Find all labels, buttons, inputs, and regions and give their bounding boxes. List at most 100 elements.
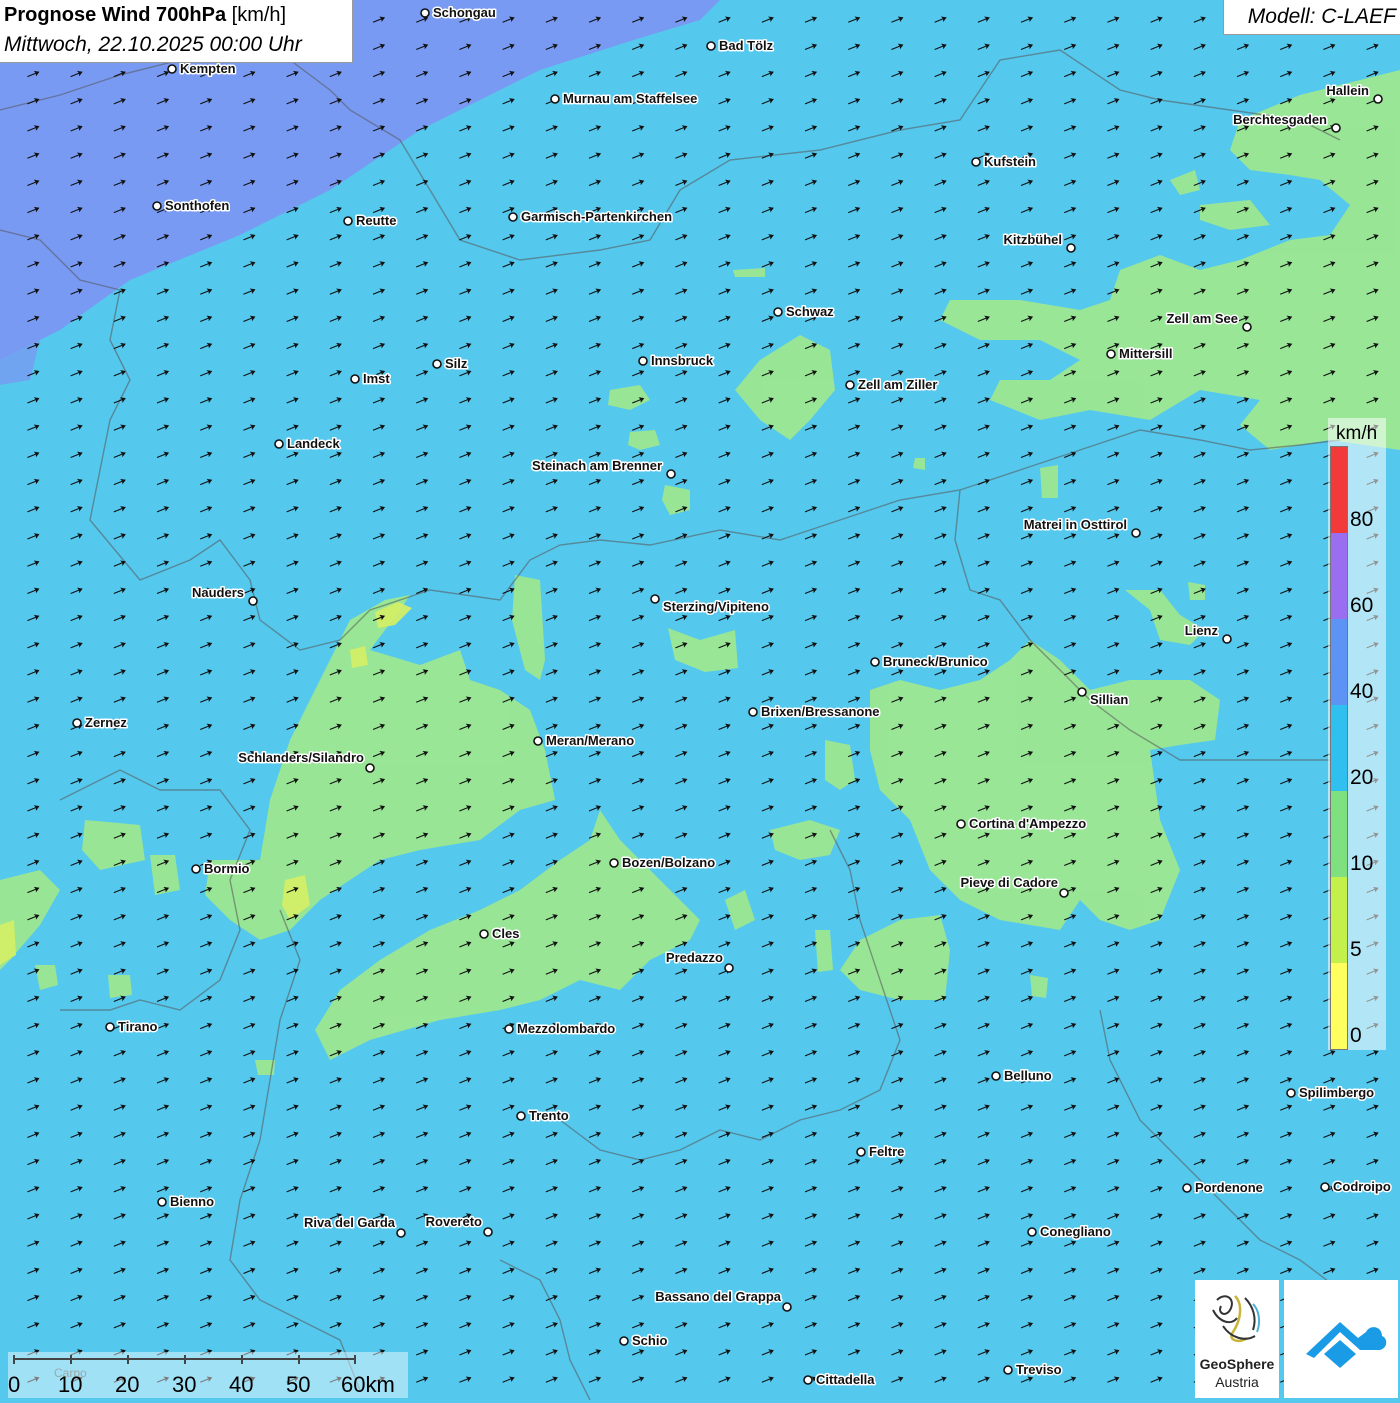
city-marker-icon xyxy=(1331,123,1341,133)
city-schongau: Schongau xyxy=(420,4,497,22)
city-label: Nauders xyxy=(192,585,244,600)
legend-tick-0: 0 xyxy=(1350,1024,1362,1047)
city-marker-icon xyxy=(650,594,660,604)
city-label: Reutte xyxy=(356,213,396,228)
city-marker-icon xyxy=(105,1022,115,1032)
city-marker-icon xyxy=(248,596,258,606)
city-label: Lienz xyxy=(1185,623,1219,638)
legend-swatch-0 xyxy=(1331,963,1347,1049)
city-label: Rovereto xyxy=(426,1214,482,1229)
scale-label-0: 0 xyxy=(8,1372,21,1397)
title-unit: [km/h] xyxy=(231,4,287,26)
city-marker-icon xyxy=(72,718,82,728)
city-marker-icon xyxy=(533,736,543,746)
city-marker-icon xyxy=(504,1024,514,1034)
city-marker-icon xyxy=(483,1227,493,1237)
city-label: Kufstein xyxy=(984,154,1036,169)
city-label: Schio xyxy=(632,1333,667,1348)
city-label: Zell am Ziller xyxy=(858,377,937,392)
city-label: Brixen/Bressanone xyxy=(761,704,880,719)
city-label: Hallein xyxy=(1326,83,1369,98)
legend-swatch-20 xyxy=(1331,705,1347,791)
city-marker-icon xyxy=(396,1228,406,1238)
scale-label-30: 30 xyxy=(172,1372,197,1397)
forecast-datetime: Mittwoch, 22.10.2025 00:00 Uhr xyxy=(4,33,302,56)
city-conegliano: Conegliano xyxy=(1027,1223,1112,1241)
legend-tick-80: 80 xyxy=(1350,508,1374,531)
scale-label-60km: 60km xyxy=(341,1372,395,1397)
city-marker-icon xyxy=(782,1302,792,1312)
city-marker-icon xyxy=(1222,634,1232,644)
geosphere-swirl-icon xyxy=(1212,1295,1261,1343)
city-mezzolombardo: Mezzolombardo xyxy=(504,1020,617,1038)
city-marker-icon xyxy=(157,1197,167,1207)
city-zell-am-ziller: Zell am Ziller xyxy=(845,376,939,394)
legend-bar xyxy=(1330,446,1348,1050)
title-box: Prognose Wind 700hPa [km/h] Mittwoch, 22… xyxy=(0,0,353,63)
scale-label-40: 40 xyxy=(229,1372,254,1397)
city-label: Zernez xyxy=(85,715,127,730)
city-marker-icon xyxy=(365,763,375,773)
city-label: Pordenone xyxy=(1195,1180,1263,1195)
city-marker-icon xyxy=(1242,322,1252,332)
city-marker-icon xyxy=(773,307,783,317)
city-marker-icon xyxy=(1131,528,1141,538)
city-marker-icon xyxy=(479,929,489,939)
city-marker-icon xyxy=(1182,1183,1192,1193)
geosphere-name: GeoSphere xyxy=(1199,1356,1275,1372)
city-garmisch-partenkirchen: Garmisch-Partenkirchen xyxy=(508,208,674,226)
city-label: Sonthofen xyxy=(165,198,229,213)
wind-map: Schongau Bad Tölz Kempten Murnau am Staffel… xyxy=(0,0,1400,1400)
city-marker-icon xyxy=(856,1147,866,1157)
city-label: Schwaz xyxy=(786,304,834,319)
city-label: Innsbruck xyxy=(651,353,714,368)
city-label: Mezzolombardo xyxy=(517,1021,615,1036)
city-label: Mittersill xyxy=(1119,346,1172,361)
city-label: Trento xyxy=(529,1108,569,1123)
map-title: Prognose Wind 700hPa [km/h] xyxy=(4,4,286,27)
legend-tick-20: 20 xyxy=(1350,766,1374,789)
scale-bar: Carpo 0 10 20 30 40 50 60km xyxy=(8,1352,408,1398)
city-label: Bruneck/Brunico xyxy=(883,654,988,669)
app-logo[interactable] xyxy=(1284,1280,1398,1398)
city-marker-icon xyxy=(1077,687,1087,697)
color-legend: km/h 80 60 40 20 10 5 0 xyxy=(1328,418,1386,1050)
city-label: Cles xyxy=(492,926,519,941)
legend-swatch-80 xyxy=(1331,447,1347,533)
city-label: Spilimbergo xyxy=(1299,1085,1374,1100)
city-marker-icon xyxy=(420,8,430,18)
city-label: Meran/Merano xyxy=(546,733,634,748)
city-murnau-am-staffelsee: Murnau am Staffelsee xyxy=(550,90,699,108)
city-marker-icon xyxy=(343,216,353,226)
city-label: Pieve di Cadore xyxy=(960,875,1058,890)
legend-unit: km/h xyxy=(1336,423,1378,444)
city-label: Bad Tölz xyxy=(719,38,774,53)
city-label: Belluno xyxy=(1004,1068,1052,1083)
city-marker-icon xyxy=(1286,1088,1296,1098)
city-label: Imst xyxy=(363,371,390,386)
city-marker-icon xyxy=(803,1375,813,1385)
city-marker-icon xyxy=(845,380,855,390)
city-bruneck-brunico: Bruneck/Brunico xyxy=(870,653,989,671)
city-marker-icon xyxy=(971,157,981,167)
legend-swatch-60 xyxy=(1331,533,1347,619)
city-marker-icon xyxy=(748,707,758,717)
legend-tick-60: 60 xyxy=(1350,594,1374,617)
legend-swatch-5 xyxy=(1331,877,1347,963)
city-label: Garmisch-Partenkirchen xyxy=(521,209,672,224)
city-label: Conegliano xyxy=(1040,1224,1111,1239)
city-marker-icon xyxy=(1003,1365,1013,1375)
city-label: Matrei in Osttirol xyxy=(1024,517,1127,532)
city-label: Zell am See xyxy=(1166,311,1238,326)
city-label: Bassano del Grappa xyxy=(655,1289,781,1304)
city-marker-icon xyxy=(274,439,284,449)
city-label: Schongau xyxy=(433,5,496,20)
city-marker-icon xyxy=(1027,1227,1037,1237)
city-label: Berchtesgaden xyxy=(1233,112,1327,127)
city-label: Kitzbühel xyxy=(1004,232,1063,247)
city-marker-icon xyxy=(167,64,177,74)
scale-label-50: 50 xyxy=(286,1372,311,1397)
city-sonthofen: Sonthofen xyxy=(152,197,231,215)
city-label: Silz xyxy=(445,356,468,371)
geosphere-logo[interactable]: GeoSphere Austria xyxy=(1195,1280,1279,1398)
